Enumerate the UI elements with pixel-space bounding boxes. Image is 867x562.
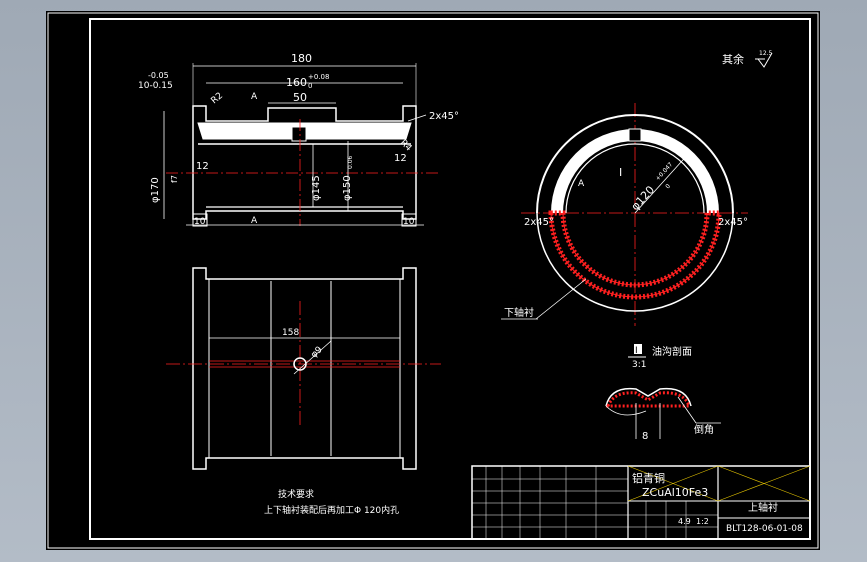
dim-tol-dia-150: 0.06 bbox=[347, 155, 354, 169]
dim-text-160: 160 bbox=[286, 76, 307, 89]
sheet-inner-border bbox=[89, 18, 811, 540]
datum-a-top: A bbox=[251, 92, 258, 102]
end-view: φ120 +0.047 0 2x45° 2x45° I A 下轴衬 bbox=[501, 103, 748, 326]
cad-window: 其余 12.5 180 -0.05 10-0.15 160 +0.08 0 50… bbox=[0, 0, 867, 562]
dim-text-180: 180 bbox=[291, 52, 312, 65]
dim-tol-upper: -0.05 bbox=[148, 71, 169, 80]
drawing-canvas[interactable]: 其余 12.5 180 -0.05 10-0.15 160 +0.08 0 50… bbox=[46, 11, 820, 550]
surface-note-label: 其余 bbox=[722, 52, 744, 66]
radius-right: R4 bbox=[398, 138, 414, 154]
plan-view: 158 φ9 bbox=[166, 267, 441, 470]
end-bore-dia: φ120 bbox=[629, 183, 658, 213]
plan-dim-158-text: 158 bbox=[282, 328, 299, 338]
requirements-title: 技术要求 bbox=[278, 488, 314, 500]
end-left-10: 10 bbox=[194, 217, 206, 227]
tb-material-code: ZCuAl10Fe3 bbox=[642, 486, 708, 499]
dim-text-dia-145: φ145 bbox=[311, 175, 322, 201]
lower-label-leader bbox=[535, 278, 587, 320]
chamfer-section-text: 2x45° bbox=[429, 111, 459, 122]
title-block: 铝青铜 ZCuAl10Fe3 上轴衬 BLT128-06-01-08 4.9 1… bbox=[471, 465, 811, 540]
detail-view: I 油沟剖面 3:1 8 倒角 bbox=[605, 344, 721, 442]
oil-hole bbox=[291, 126, 307, 142]
dim-tol-lower: 10-0.15 bbox=[138, 81, 173, 91]
detail-title: 油沟剖面 bbox=[652, 345, 692, 358]
detail-mark: I bbox=[635, 346, 638, 356]
detail-width: 8 bbox=[642, 431, 648, 442]
radius-left: R2 bbox=[210, 91, 226, 106]
tb-material: 铝青铜 bbox=[632, 471, 665, 485]
dim-tol-160-lower: 0 bbox=[308, 82, 312, 90]
oil-groove-top bbox=[628, 128, 642, 142]
end-right-10: 10 bbox=[403, 217, 415, 227]
drawing-svg: 其余 12.5 180 -0.05 10-0.15 160 +0.08 0 50… bbox=[47, 12, 819, 549]
tb-scale: 1:2 bbox=[696, 517, 709, 526]
dim-text-50: 50 bbox=[293, 91, 307, 104]
section-view: 180 -0.05 10-0.15 160 +0.08 0 50 φ170 f7… bbox=[138, 52, 459, 227]
end-bore-tol: +0.047 bbox=[654, 161, 674, 182]
detail-chamfer-leader bbox=[677, 396, 697, 424]
end-bore-tol-lower: 0 bbox=[664, 183, 672, 191]
requirements-line1: 上下轴衬装配后再加工Φ 120内孔 bbox=[264, 504, 399, 516]
fit-mark-left: f7 bbox=[170, 175, 179, 183]
detail-scale: 3:1 bbox=[632, 360, 646, 370]
dim-tol-160-upper: +0.08 bbox=[308, 73, 329, 81]
end-datum-a: A bbox=[578, 179, 585, 189]
end-dia-leader bbox=[634, 150, 692, 214]
flange-right-12: 12 bbox=[394, 153, 407, 164]
tb-weight: 4.9 bbox=[678, 517, 691, 526]
end-section-mark: I bbox=[619, 166, 622, 179]
dim-text-dia-170: φ170 bbox=[150, 177, 161, 203]
chamfer-leader bbox=[407, 114, 427, 122]
detail-hatch bbox=[605, 391, 692, 408]
detail-chamfer-label: 倒角 bbox=[694, 424, 714, 436]
sheet-outer-border bbox=[47, 12, 819, 549]
end-chamfer-right: 2x45° bbox=[718, 217, 748, 228]
tb-part-name: 上轴衬 bbox=[748, 501, 778, 514]
lower-bush-label: 下轴衬 bbox=[504, 306, 534, 319]
datum-a-bottom: A bbox=[251, 216, 258, 226]
tb-drawing-no: BLT128-06-01-08 bbox=[726, 524, 803, 534]
end-chamfer-left: 2x45° bbox=[524, 217, 554, 228]
dim-text-dia-150: φ150 bbox=[342, 175, 353, 201]
flange-left-12: 12 bbox=[196, 161, 209, 172]
